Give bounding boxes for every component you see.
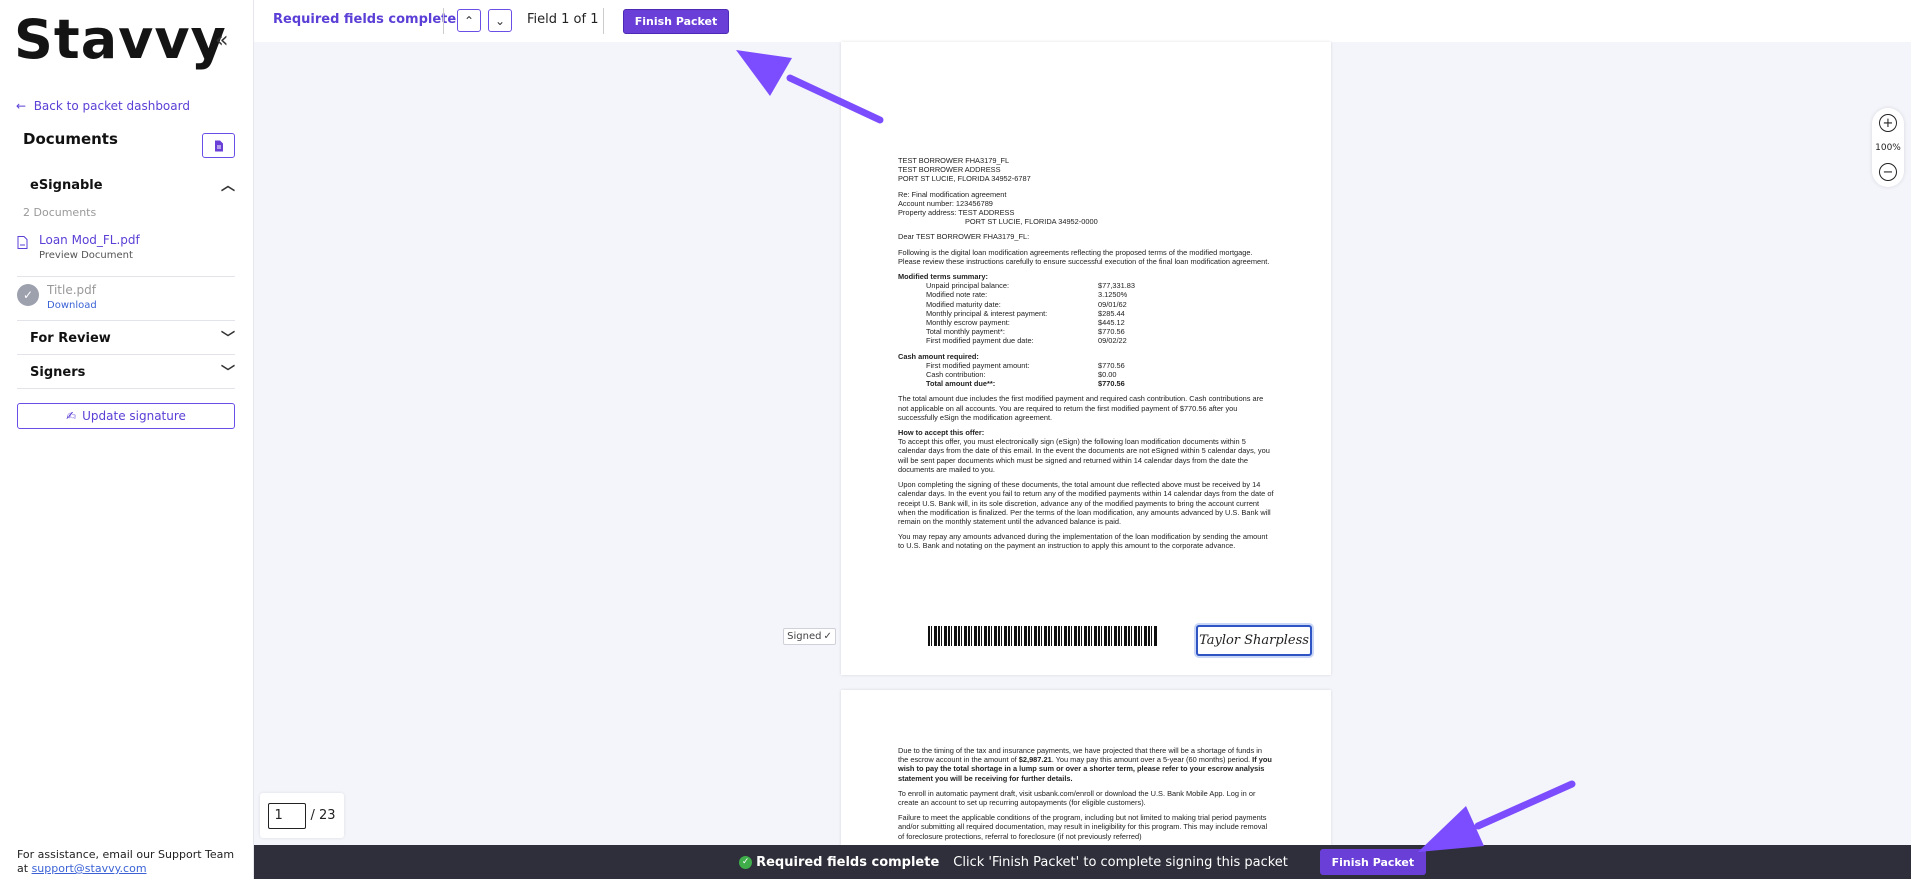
- section-for-review[interactable]: For Review ﹀: [17, 328, 235, 348]
- divider: [443, 8, 444, 34]
- check-icon: ✓: [823, 631, 832, 642]
- section-title-for-review: For Review: [30, 330, 111, 346]
- zoom-level: 100%: [1875, 142, 1901, 153]
- chevron-down-icon[interactable]: ﹀: [221, 328, 235, 348]
- section-esignable[interactable]: eSignable ︿: [17, 175, 235, 195]
- bottom-status-banner: ✓ Required fields complete Click 'Finish…: [254, 845, 1911, 879]
- zoom-in-icon[interactable]: +: [1879, 114, 1897, 132]
- chevron-up-icon[interactable]: ︿: [221, 175, 235, 195]
- document-icon-button[interactable]: [202, 133, 235, 158]
- signature-field[interactable]: Taylor Sharpless: [1196, 625, 1312, 656]
- finish-packet-button-bottom[interactable]: Finish Packet: [1319, 849, 1426, 875]
- document-body-page-2: Due to the timing of the tax and insuran…: [898, 746, 1272, 841]
- support-help-text: For assistance, email our Support Team a…: [17, 848, 235, 875]
- pdf-file-icon: [17, 236, 31, 252]
- banner-message: Click 'Finish Packet' to complete signin…: [953, 854, 1288, 870]
- stavvy-logo: Stavvy: [14, 8, 227, 71]
- section-title-esignable: eSignable: [30, 177, 103, 193]
- chevron-down-icon[interactable]: ﹀: [221, 362, 235, 382]
- doc-item-title[interactable]: ✓ Title.pdf Download: [17, 283, 235, 311]
- document-page-2: Due to the timing of the tax and insuran…: [841, 690, 1331, 850]
- back-to-dashboard-link[interactable]: ← Back to packet dashboard: [16, 99, 190, 113]
- document-page-1: TEST BORROWER FHA3179_FL TEST BORROWER A…: [841, 42, 1331, 675]
- document-icon: [214, 140, 223, 151]
- divider: [17, 388, 235, 389]
- chevron-down-icon: ⌄: [494, 13, 506, 28]
- divider: [17, 320, 235, 321]
- finish-packet-button-top[interactable]: Finish Packet: [623, 9, 729, 34]
- section-title-signers: Signers: [30, 364, 86, 380]
- chevron-up-icon: ⌃: [463, 13, 475, 28]
- page-number-input[interactable]: 1: [268, 802, 307, 829]
- update-signature-button[interactable]: ✍ Update signature: [17, 403, 235, 429]
- divider: [603, 8, 604, 34]
- check-circle-icon: ✓: [739, 855, 753, 869]
- next-field-button[interactable]: ⌄: [488, 9, 512, 32]
- divider: [17, 354, 235, 355]
- collapse-sidebar-icon[interactable]: «: [215, 28, 228, 53]
- divider: [17, 276, 235, 277]
- check-circle-icon: ✓: [17, 284, 39, 306]
- page-navigator: 1 / 23: [260, 793, 344, 838]
- signature-icon: ✍: [66, 409, 77, 423]
- arrow-left-icon: ←: [16, 99, 34, 113]
- doc-name[interactable]: Title.pdf: [47, 283, 97, 297]
- sidebar: Stavvy « ← Back to packet dashboard Docu…: [0, 0, 254, 879]
- arrow-annotation-bottom: [1418, 780, 1576, 852]
- documents-title: Documents: [23, 130, 118, 148]
- doc-name[interactable]: Loan Mod_FL.pdf: [39, 233, 140, 247]
- field-counter: Field 1 of 1: [527, 12, 599, 27]
- document-count: 2 Documents: [23, 206, 97, 219]
- zoom-out-icon[interactable]: −: [1879, 163, 1897, 181]
- barcode: [928, 626, 1158, 646]
- section-signers[interactable]: Signers ﹀: [17, 362, 235, 382]
- previous-field-button[interactable]: ⌃: [457, 9, 481, 32]
- required-fields-status: Required fields complete: [273, 12, 457, 27]
- zoom-controls: + 100% −: [1872, 108, 1904, 187]
- preview-document-link[interactable]: Preview Document: [39, 250, 140, 261]
- page-total: / 23: [310, 808, 336, 823]
- banner-status: ✓ Required fields complete: [739, 855, 939, 870]
- signed-tag: Signed ✓: [783, 628, 836, 645]
- top-toolbar: Required fields complete ⌃ ⌄ Field 1 of …: [254, 0, 1911, 42]
- document-body: TEST BORROWER FHA3179_FL TEST BORROWER A…: [898, 156, 1274, 551]
- download-link[interactable]: Download: [47, 300, 97, 311]
- support-email-link[interactable]: support@stavvy.com: [32, 862, 147, 875]
- doc-item-loan-mod[interactable]: Loan Mod_FL.pdf Preview Document: [17, 233, 235, 261]
